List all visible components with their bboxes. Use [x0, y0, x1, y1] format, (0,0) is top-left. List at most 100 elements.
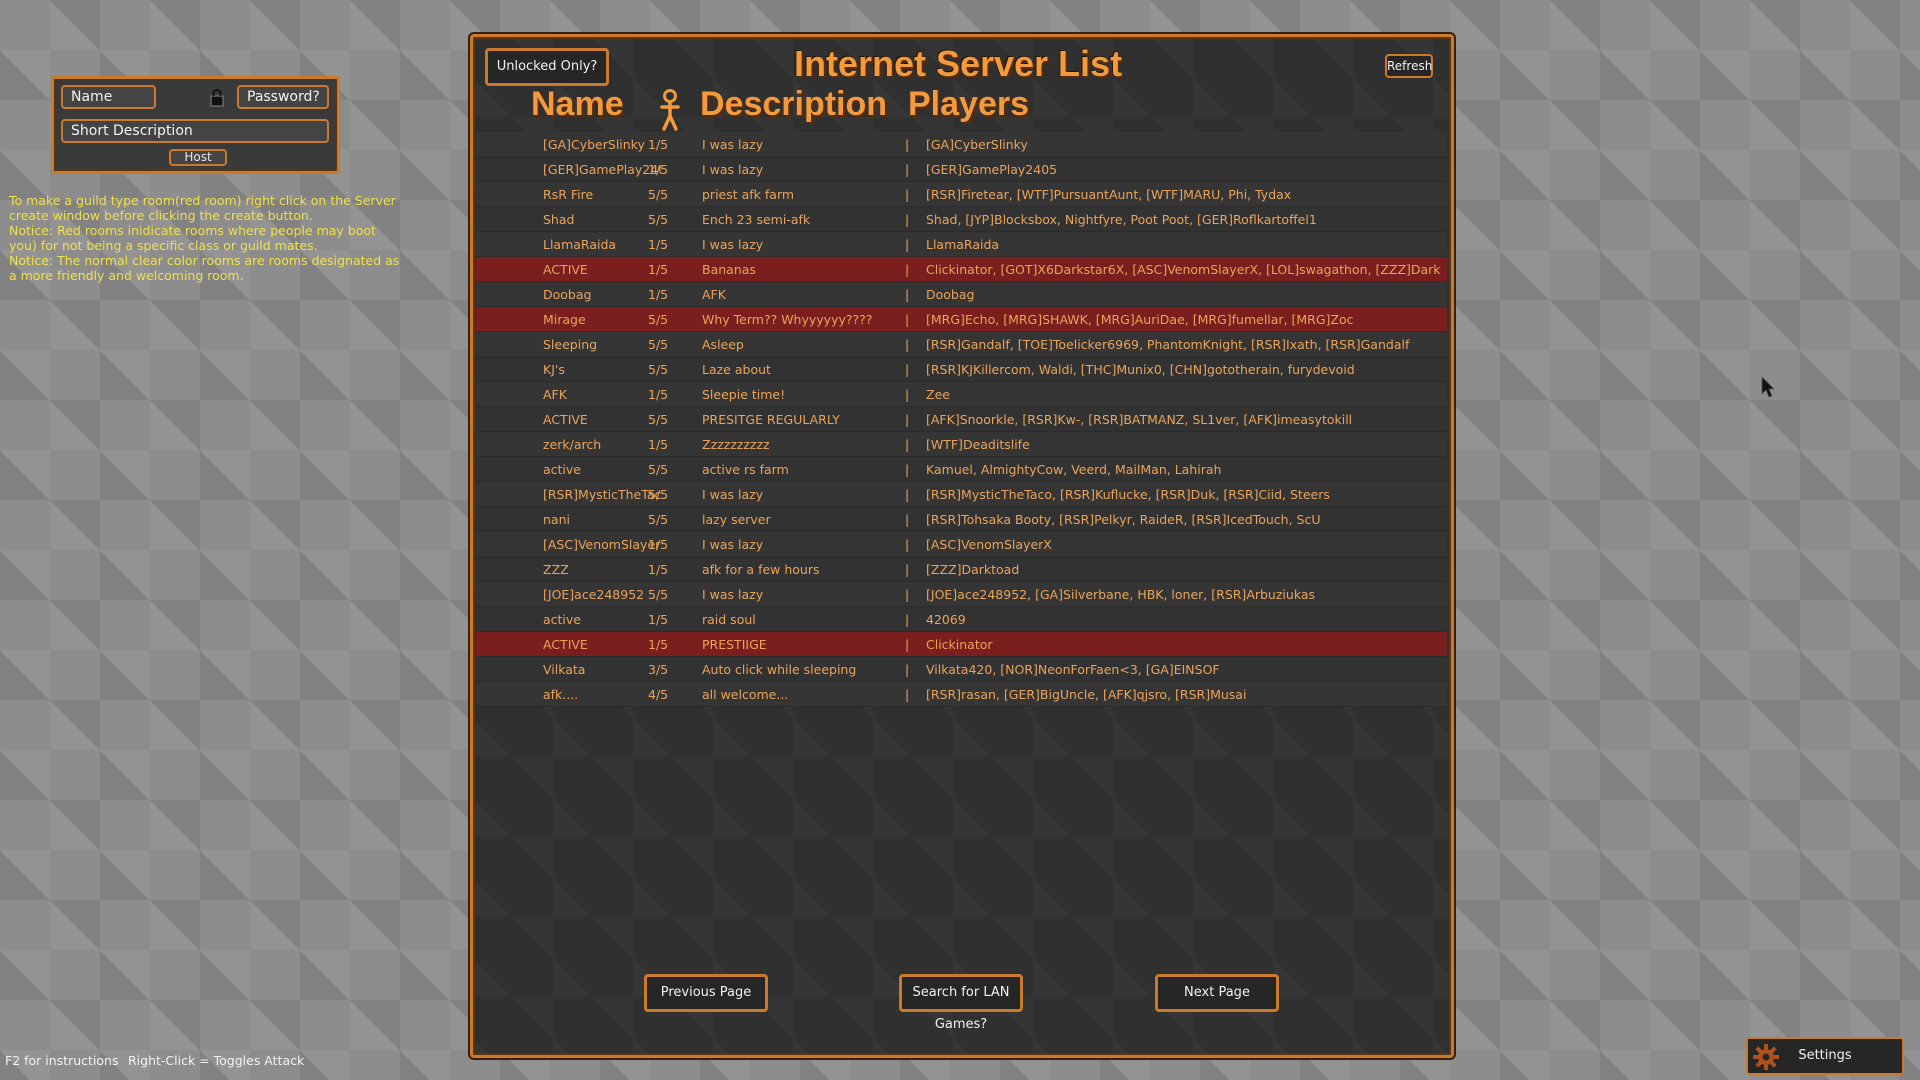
- column-separator: |: [905, 637, 910, 652]
- server-name: Shad: [543, 212, 575, 227]
- server-row[interactable]: KJ's 5/5 Laze about | [RSR]KJKillercom, Wald…: [476, 357, 1447, 382]
- server-row[interactable]: Vilkata 3/5 Auto click while sleeping | Vilk…: [476, 657, 1447, 682]
- server-row[interactable]: [JOE]ace248952 5/5 I was lazy | [JOE]ace2489…: [476, 582, 1447, 607]
- notice-line: Notice: Red rooms inidicate rooms where …: [9, 223, 380, 253]
- next-page-button[interactable]: Next Page: [1155, 974, 1279, 1012]
- server-row[interactable]: Shad 5/5 Ench 23 semi-afk | Shad, [JYP]Block…: [476, 207, 1447, 232]
- player-count: 1/5: [648, 137, 669, 152]
- server-players: [GER]GamePlay2405: [926, 162, 1058, 177]
- server-players: [RSR]Gandalf, [TOE]Toelicker6969, Phanto…: [926, 337, 1410, 352]
- lock-icon[interactable]: [210, 89, 224, 107]
- server-list-panel: Unlocked Only? Internet Server List Refr…: [470, 34, 1454, 1058]
- server-name: [ASC]VenomSlayerX: [543, 537, 661, 552]
- player-count: 1/5: [648, 537, 669, 552]
- server-players: [RSR]Firetear, [WTF]PursuantAunt, [WTF]M…: [926, 187, 1292, 202]
- player-count: 1/5: [648, 387, 669, 402]
- server-name: LlamaRaida: [543, 237, 617, 252]
- server-players: [AFK]Snoorkle, [RSR]Kw-, [RSR]BATMANZ, S…: [926, 412, 1353, 427]
- server-row[interactable]: Sleeping 5/5 Asleep | [RSR]Gandalf, [TOE]Toe…: [476, 332, 1447, 357]
- player-count: 5/5: [648, 462, 669, 477]
- server-players: 42069: [926, 612, 966, 627]
- server-description: Asleep: [702, 337, 744, 352]
- server-players: [MRG]Echo, [MRG]SHAWK, [MRG]AuriDae, [MR…: [926, 312, 1354, 327]
- server-description: Why Term?? Whyyyyyy????: [702, 312, 873, 327]
- player-count-icon[interactable]: [659, 89, 681, 131]
- server-players: [RSR]Tohsaka Booty, [RSR]Pelkyr, RaideR,…: [926, 512, 1321, 527]
- server-description: I was lazy: [702, 237, 764, 252]
- server-name: Doobag: [543, 287, 592, 302]
- column-separator: |: [905, 312, 910, 327]
- column-separator: |: [905, 662, 910, 677]
- server-description: Ench 23 semi-afk: [702, 212, 811, 227]
- server-row[interactable]: [GA]CyberSlinky 1/5 I was lazy | [GA]CyberSl…: [476, 132, 1447, 157]
- server-row[interactable]: AFK 1/5 Sleepie time! | Zee: [476, 382, 1447, 407]
- server-name: KJ's: [543, 362, 565, 377]
- player-count: 5/5: [648, 212, 669, 227]
- server-name: ACTIVE: [543, 262, 588, 277]
- server-description: Bananas: [702, 262, 756, 277]
- column-separator: |: [905, 287, 910, 302]
- server-row[interactable]: [RSR]MysticTheTaco 5/5 I was lazy | [RSR]Mys…: [476, 482, 1447, 507]
- server-row[interactable]: ACTIVE 5/5 PRESITGE REGULARLY | [AFK]Snoorkl…: [476, 407, 1447, 432]
- server-row[interactable]: RsR Fire 5/5 priest afk farm | [RSR]Firetear…: [476, 182, 1447, 207]
- search-lan-games-button[interactable]: Search for LAN Games?: [899, 974, 1023, 1032]
- server-name: AFK: [543, 387, 567, 402]
- server-row[interactable]: active 5/5 active rs farm | Kamuel, Almighty…: [476, 457, 1447, 482]
- column-separator: |: [905, 587, 910, 602]
- server-name: afk....: [543, 687, 579, 702]
- column-header-name[interactable]: Name: [531, 85, 624, 124]
- settings-button[interactable]: Settings: [1746, 1037, 1904, 1075]
- attack-toggle-hint: Right-Click = Toggles Attack: [128, 1053, 305, 1068]
- column-separator: |: [905, 437, 910, 452]
- server-players: Clickinator, [GOT]X6Darkstar6X, [ASC]Ven…: [926, 262, 1441, 277]
- name-input[interactable]: Name: [61, 85, 156, 109]
- column-separator: |: [905, 337, 910, 352]
- player-count: 1/5: [648, 637, 669, 652]
- unlocked-only-button[interactable]: Unlocked Only?: [485, 48, 609, 86]
- server-players: [RSR]rasan, [GER]BigUncle, [AFK]qjsro, […: [926, 687, 1247, 702]
- player-count: 1/5: [648, 612, 669, 627]
- server-name: zerk/arch: [543, 437, 602, 452]
- server-row[interactable]: active 1/5 raid soul | 42069: [476, 607, 1447, 632]
- server-description: I was lazy: [702, 587, 764, 602]
- column-separator: |: [905, 537, 910, 552]
- server-name: ACTIVE: [543, 637, 588, 652]
- previous-page-button[interactable]: Previous Page: [644, 974, 768, 1012]
- server-row[interactable]: ACTIVE 1/5 Bananas | Clickinator, [GOT]X6Dar…: [476, 257, 1447, 282]
- server-players: LlamaRaida: [926, 237, 1000, 252]
- server-description: PRESTIIGE: [702, 637, 767, 652]
- column-separator: |: [905, 237, 910, 252]
- column-separator: |: [905, 187, 910, 202]
- server-description: I was lazy: [702, 487, 764, 502]
- server-players: [RSR]MysticTheTaco, [RSR]Kuflucke, [RSR]…: [926, 487, 1330, 502]
- column-separator: |: [905, 162, 910, 177]
- server-row[interactable]: Mirage 5/5 Why Term?? Whyyyyyy???? | [MRG]Ec…: [476, 307, 1447, 332]
- server-row[interactable]: zerk/arch 1/5 Zzzzzzzzzz | [WTF]Deaditslife: [476, 432, 1447, 457]
- player-count: 1/5: [648, 262, 669, 277]
- column-separator: |: [905, 687, 910, 702]
- player-count: 1/5: [648, 562, 669, 577]
- server-players: [WTF]Deaditslife: [926, 437, 1030, 452]
- server-row[interactable]: Doobag 1/5 AFK | Doobag: [476, 282, 1447, 307]
- column-separator: |: [905, 412, 910, 427]
- column-header-description[interactable]: Description: [700, 85, 887, 124]
- server-row[interactable]: afk.... 4/5 all welcome... | [RSR]rasan, [GE…: [476, 682, 1447, 707]
- server-row[interactable]: ACTIVE 1/5 PRESTIIGE | Clickinator: [476, 632, 1447, 657]
- server-row[interactable]: ZZZ 1/5 afk for a few hours | [ZZZ]Darktoad: [476, 557, 1447, 582]
- server-row[interactable]: nani 5/5 lazy server | [RSR]Tohsaka Booty, […: [476, 507, 1447, 532]
- password-field[interactable]: Password?: [237, 85, 329, 109]
- short-description-input[interactable]: Short Description: [61, 119, 329, 143]
- column-header-players[interactable]: Players: [908, 85, 1029, 124]
- host-button[interactable]: Host: [169, 149, 227, 166]
- server-description: lazy server: [702, 512, 771, 527]
- column-separator: |: [905, 612, 910, 627]
- server-row[interactable]: [GER]GamePlay24051/5I was lazy|[GER]Game…: [476, 157, 1447, 182]
- server-row[interactable]: [ASC]VenomSlayerX 1/5 I was lazy | [ASC]Veno…: [476, 532, 1447, 557]
- guild-room-notice: To make a guild type room(red room) righ…: [9, 193, 404, 283]
- refresh-button[interactable]: Refresh: [1385, 54, 1433, 78]
- server-players: [ZZZ]Darktoad: [926, 562, 1020, 577]
- server-name: [GA]CyberSlinky: [543, 137, 645, 152]
- server-name: active: [543, 462, 581, 477]
- server-row[interactable]: LlamaRaida 1/5 I was lazy | LlamaRaida: [476, 232, 1447, 257]
- server-description: priest afk farm: [702, 187, 795, 202]
